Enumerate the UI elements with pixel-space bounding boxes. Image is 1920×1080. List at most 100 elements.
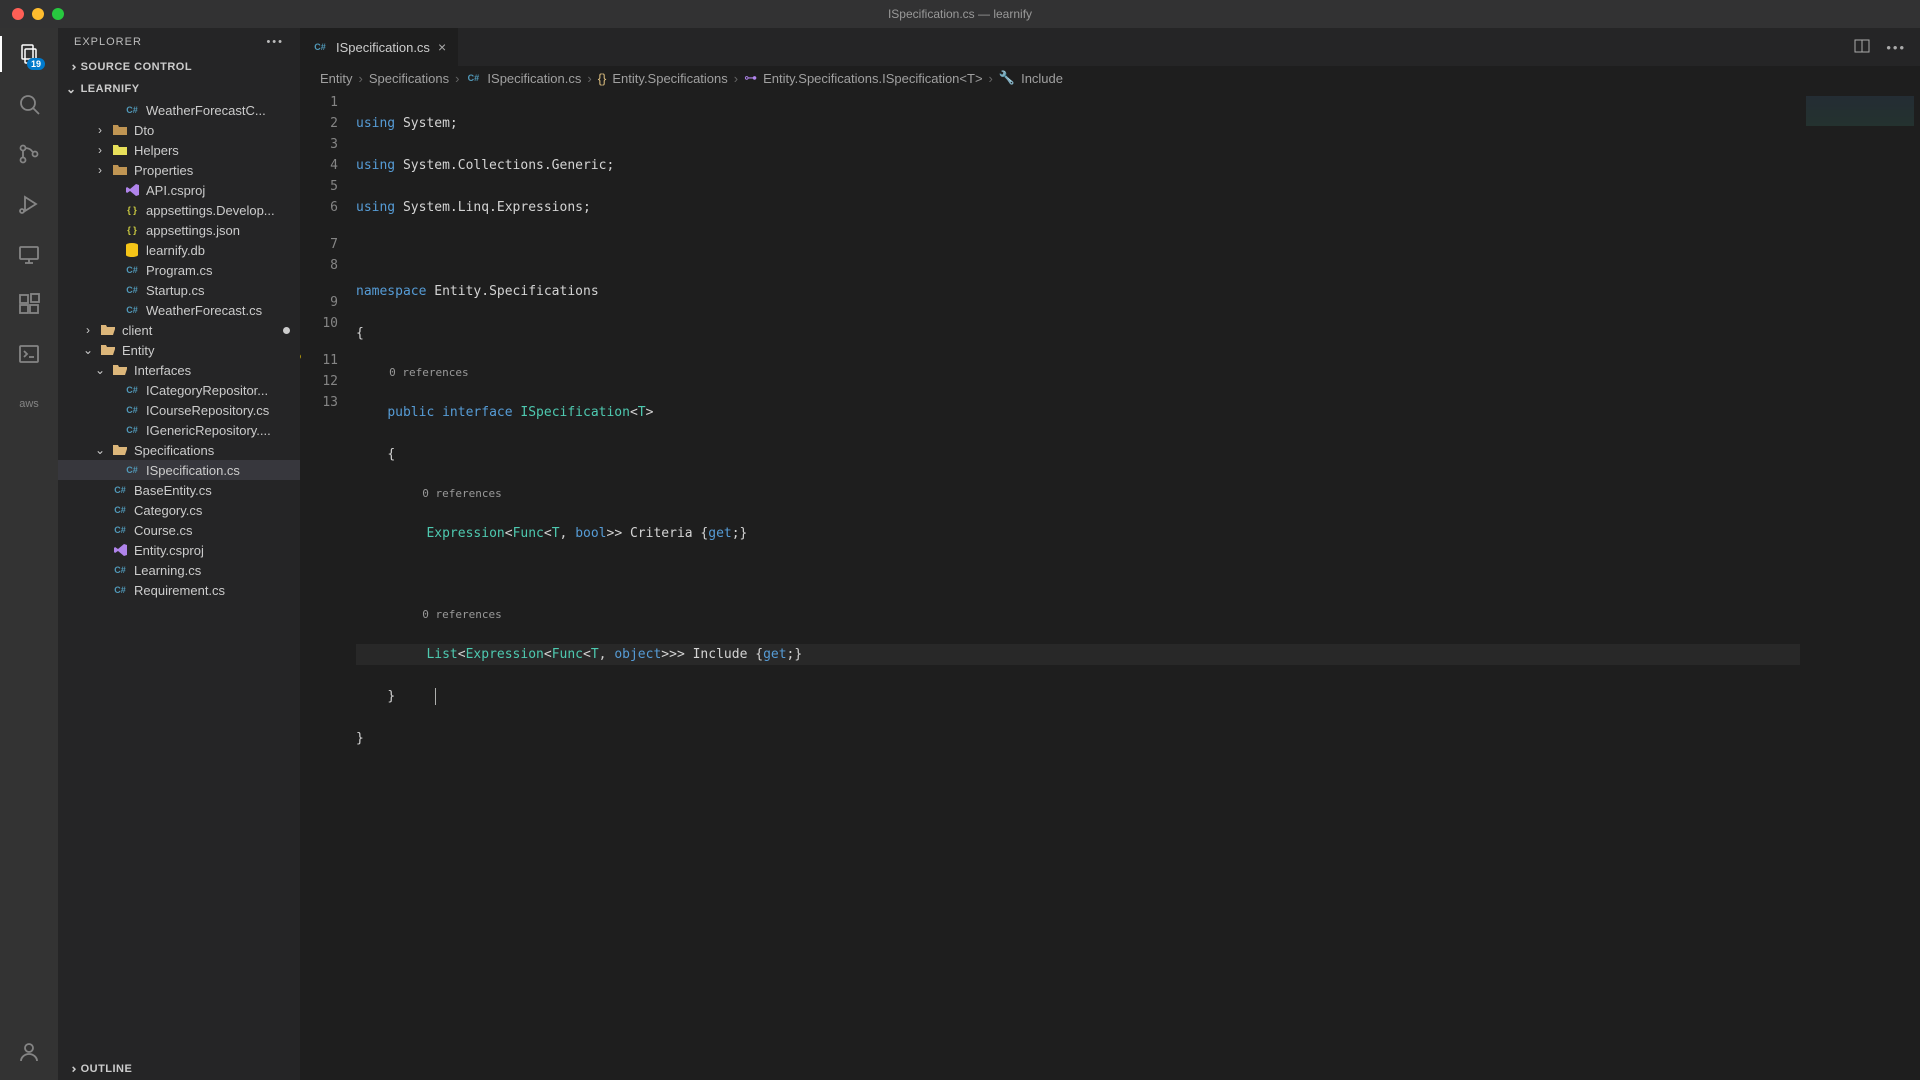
tree-item[interactable]: Entity.csproj: [58, 540, 300, 560]
tree-item[interactable]: ›Properties: [58, 160, 300, 180]
lightbulb-icon[interactable]: 💡: [300, 353, 304, 368]
tree-item[interactable]: { } appsettings.json: [58, 220, 300, 240]
braces-icon: {}: [598, 71, 607, 86]
tree-item[interactable]: learnify.db: [58, 240, 300, 260]
tree-item-label: Specifications: [134, 443, 300, 458]
dirty-indicator: [283, 327, 290, 334]
csharp-icon: C#: [465, 70, 481, 86]
tree-item-label: Dto: [134, 123, 300, 138]
tree-item[interactable]: C# ICourseRepository.cs: [58, 400, 300, 420]
tree-item-label: Learning.cs: [134, 563, 300, 578]
tree-item-label: WeatherForecast.cs: [146, 303, 300, 318]
tree-item[interactable]: C#Requirement.cs: [58, 580, 300, 600]
window-minimize[interactable]: [32, 8, 44, 20]
window-maximize[interactable]: [52, 8, 64, 20]
tree-item-label: Course.cs: [134, 523, 300, 538]
tree-item[interactable]: ⌄Specifications: [58, 440, 300, 460]
tree-item[interactable]: ›Dto: [58, 120, 300, 140]
explorer-icon[interactable]: 19: [15, 40, 43, 68]
split-editor-icon[interactable]: [1854, 38, 1870, 57]
csharp-icon: C#: [124, 382, 140, 398]
folder-icon: [112, 122, 128, 138]
csharp-icon: C#: [124, 102, 140, 118]
minimap[interactable]: [1800, 90, 1920, 1080]
csharp-icon: C#: [124, 302, 140, 318]
folder-open-icon: [100, 342, 116, 358]
csharp-icon: C#: [124, 262, 140, 278]
csharp-icon: C#: [124, 282, 140, 298]
activity-bar: 19 aws: [0, 28, 58, 1080]
search-icon[interactable]: [15, 90, 43, 118]
tree-item[interactable]: C# Category.cs: [58, 500, 300, 520]
tree-item-label: Properties: [134, 163, 300, 178]
tree-item[interactable]: C# ICategoryRepositor...: [58, 380, 300, 400]
titlebar: ISpecification.cs — learnify: [0, 0, 1920, 28]
run-debug-icon[interactable]: [15, 190, 43, 218]
tree-item-label: Helpers: [134, 143, 300, 158]
csharp-icon: C#: [312, 39, 328, 55]
vs-icon: [124, 182, 140, 198]
code-content[interactable]: using System; using System.Collections.G…: [356, 90, 1800, 1080]
tree-item[interactable]: ⌄Entity: [58, 340, 300, 360]
tree-item-label: Program.cs: [146, 263, 300, 278]
tree-item-label: ICategoryRepositor...: [146, 383, 300, 398]
csharp-icon: C#: [112, 522, 128, 538]
tree-item[interactable]: { } appsettings.Develop...: [58, 200, 300, 220]
terminal-icon[interactable]: [15, 340, 43, 368]
csharp-icon: C#: [112, 562, 128, 578]
json-icon: { }: [124, 202, 140, 218]
csharp-icon: C#: [112, 502, 128, 518]
database-icon: [124, 242, 140, 258]
section-project[interactable]: ⌄ LEARNIFY: [58, 78, 300, 100]
tab-ispecification[interactable]: C# ISpecification.cs ×: [300, 28, 459, 66]
folder-open-icon: [112, 442, 128, 458]
tree-item[interactable]: ›client: [58, 320, 300, 340]
tree-item[interactable]: C# Program.cs: [58, 260, 300, 280]
interface-icon: ⊶: [744, 70, 757, 86]
tree-item[interactable]: C# Learning.cs: [58, 560, 300, 580]
tree-item-label: IGenericRepository....: [146, 423, 300, 438]
breadcrumbs[interactable]: Entity› Specifications› C# ISpecificatio…: [300, 66, 1920, 90]
tree-item-label: Entity.csproj: [134, 543, 300, 558]
window-close[interactable]: [12, 8, 24, 20]
source-control-icon[interactable]: [15, 140, 43, 168]
code-editor[interactable]: 1 2 3 4 5 6 7 8 9 10 💡11 12 13 using Sys…: [300, 90, 1920, 1080]
sidebar: EXPLORER ••• ⌄ SOURCE CONTROL ⌄ LEARNIFY…: [58, 28, 300, 1080]
tree-item-label: ICourseRepository.cs: [146, 403, 300, 418]
tree-item-label: Requirement.cs: [134, 583, 300, 598]
tree-item[interactable]: C#Startup.cs: [58, 280, 300, 300]
aws-icon[interactable]: aws: [15, 390, 43, 418]
tree-item-label: appsettings.json: [146, 223, 300, 238]
extensions-icon[interactable]: [15, 290, 43, 318]
tree-item-label: Entity: [122, 343, 300, 358]
more-actions-icon[interactable]: •••: [1886, 40, 1906, 55]
vs-icon: [112, 542, 128, 558]
tree-item[interactable]: C#BaseEntity.cs: [58, 480, 300, 500]
tree-item[interactable]: C#ISpecification.cs: [58, 460, 300, 480]
tree-item-label: WeatherForecastC...: [146, 103, 300, 118]
tree-item[interactable]: C# WeatherForecastC...: [58, 100, 300, 120]
tree-item-label: appsettings.Develop...: [146, 203, 300, 218]
tree-item-label: API.csproj: [146, 183, 300, 198]
section-source-control[interactable]: ⌄ SOURCE CONTROL: [58, 56, 300, 78]
tree-item[interactable]: C# IGenericRepository....: [58, 420, 300, 440]
tree-item[interactable]: API.csproj: [58, 180, 300, 200]
tree-item[interactable]: ⌄Interfaces: [58, 360, 300, 380]
csharp-icon: C#: [112, 482, 128, 498]
folder-icon: [112, 142, 128, 158]
csharp-icon: C#: [124, 422, 140, 438]
tree-item-label: client: [122, 323, 277, 338]
csharp-icon: C#: [124, 402, 140, 418]
sidebar-more-icon[interactable]: •••: [266, 36, 284, 48]
account-icon[interactable]: [15, 1038, 43, 1066]
tree-item[interactable]: C# WeatherForecast.cs: [58, 300, 300, 320]
json-icon: { }: [124, 222, 140, 238]
section-outline[interactable]: ⌄ OUTLINE: [58, 1058, 300, 1080]
close-icon[interactable]: ×: [438, 39, 446, 55]
tree-item-label: Category.cs: [134, 503, 300, 518]
file-tree: C# WeatherForecastC... ›Dto›Helpers›Proper…: [58, 100, 300, 1058]
folder-open-icon: [112, 362, 128, 378]
remote-icon[interactable]: [15, 240, 43, 268]
tree-item[interactable]: C# Course.cs: [58, 520, 300, 540]
tree-item[interactable]: ›Helpers: [58, 140, 300, 160]
